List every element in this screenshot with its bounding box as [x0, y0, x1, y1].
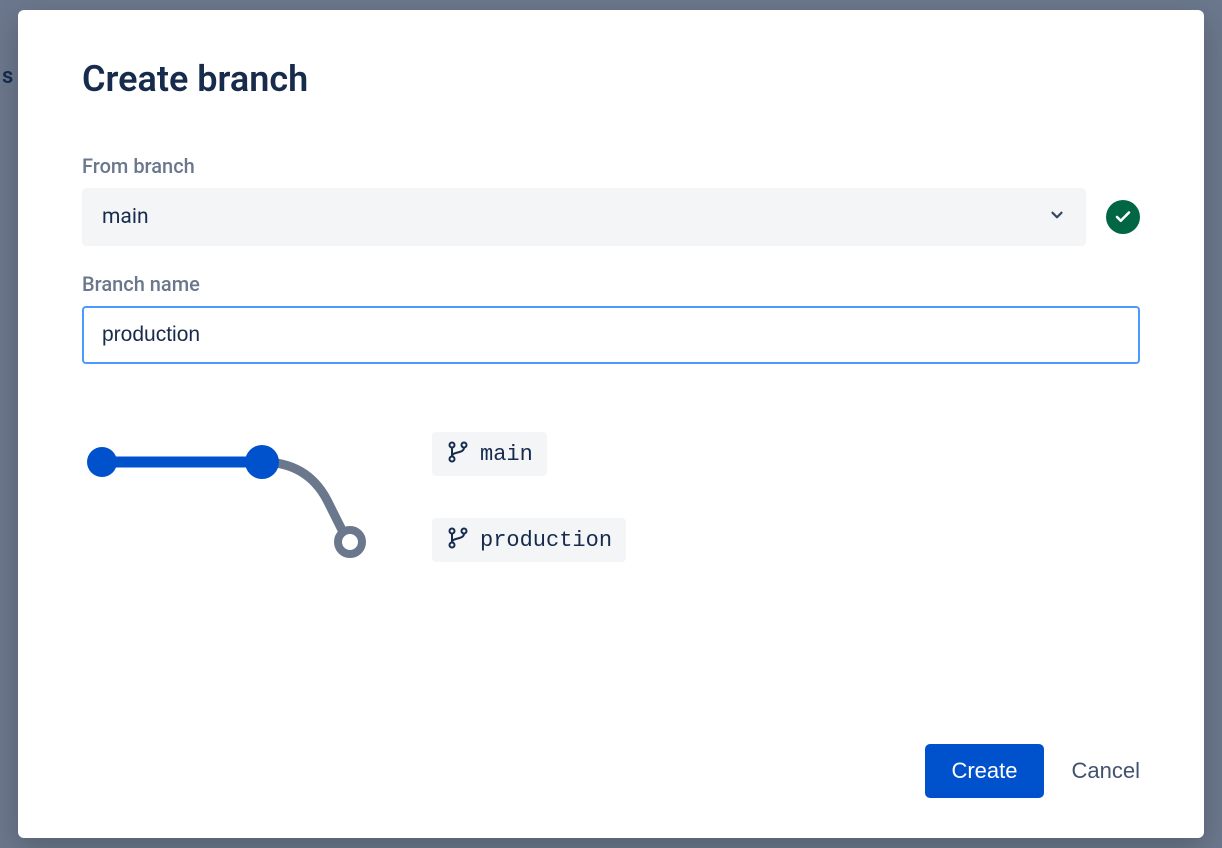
branch-icon	[446, 526, 470, 554]
chevron-down-icon	[1048, 206, 1066, 228]
branch-name-label: Branch name	[82, 272, 1140, 296]
background-text: s	[2, 64, 13, 89]
branch-name-input[interactable]	[82, 306, 1140, 364]
from-branch-select[interactable]: main	[82, 188, 1086, 246]
branch-name-field: Branch name	[82, 272, 1140, 364]
source-branch-tag: main	[432, 432, 547, 476]
create-button[interactable]: Create	[925, 744, 1043, 798]
target-branch-tag-label: production	[480, 528, 612, 553]
valid-check-icon	[1106, 200, 1140, 234]
modal-footer: Create Cancel	[82, 744, 1140, 798]
source-branch-tag-label: main	[480, 442, 533, 467]
from-branch-field: From branch main	[82, 154, 1140, 246]
from-branch-selected-value: main	[102, 205, 149, 229]
target-branch-tag: production	[432, 518, 626, 562]
branch-tag-list: main production	[432, 432, 626, 562]
branch-graph-icon	[82, 440, 372, 570]
branch-icon	[446, 440, 470, 468]
modal-title: Create branch	[82, 58, 1140, 100]
cancel-button[interactable]: Cancel	[1072, 758, 1140, 784]
create-branch-modal: Create branch From branch main Branch na…	[18, 10, 1204, 838]
branch-diagram: main production	[82, 440, 1140, 570]
from-branch-label: From branch	[82, 154, 1140, 178]
